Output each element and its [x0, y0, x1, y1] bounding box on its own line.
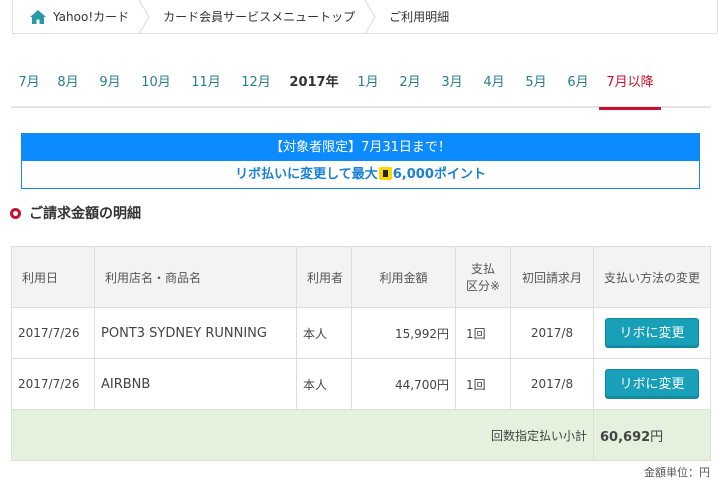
home-icon	[29, 9, 47, 25]
billing-table: 利用日 利用店名・商品名 利用者 利用金額 支払区分※ 初回請求月 支払い方法の…	[11, 246, 711, 461]
cell-store: AIRBNB	[94, 358, 297, 410]
tab-month[interactable]: 1月	[347, 68, 389, 108]
banner-offer-prefix: リボ払いに変更して最大	[235, 167, 378, 182]
tab-month[interactable]: 12月	[231, 68, 281, 108]
cell-date: 2017/7/26	[11, 358, 95, 410]
header-store: 利用店名・商品名	[94, 246, 297, 308]
tab-month[interactable]: 7月	[11, 68, 47, 108]
tab-month[interactable]: 10月	[131, 68, 181, 108]
cell-amount: 15,992円	[351, 307, 456, 359]
header-first-bill: 初回請求月	[510, 246, 594, 308]
chevron-right-icon	[364, 0, 376, 34]
circle-bullet-icon	[10, 207, 21, 219]
cell-user: 本人	[296, 307, 352, 359]
month-tabs: 7月 8月 9月 10月 11月 12月 2017年 1月 2月 3月 4月 5月 6月 7月以降	[11, 68, 711, 110]
header-date: 利用日	[11, 246, 95, 308]
header-payment-line2: 区分※	[465, 279, 501, 293]
table-header-row: 利用日 利用店名・商品名 利用者 利用金額 支払区分※ 初回請求月 支払い方法の…	[11, 246, 711, 308]
breadcrumb-member-top[interactable]: カード会員サービスメニュートップ	[151, 0, 377, 34]
tab-month[interactable]: 7月以降	[599, 68, 661, 110]
cell-payment: 1回	[455, 358, 511, 410]
cell-first-bill: 2017/8	[510, 358, 594, 410]
cell-store: PONT3 SYDNEY RUNNING	[94, 307, 297, 359]
header-amount: 利用金額	[351, 246, 456, 308]
cell-user: 本人	[296, 358, 352, 410]
tab-month[interactable]: 11月	[181, 68, 231, 108]
tab-month[interactable]: 4月	[473, 68, 515, 108]
banner-offer[interactable]: リボ払いに変更して最大 6,000ポイント	[22, 161, 699, 188]
cell-first-bill: 2017/8	[510, 307, 594, 359]
cell-payment: 1回	[455, 307, 511, 359]
revolving-change-button[interactable]: リボに変更	[605, 318, 699, 348]
tab-year-label: 2017年	[289, 75, 339, 90]
cell-change: リボに変更	[593, 307, 711, 359]
breadcrumb-home[interactable]: Yahoo!カード	[13, 0, 151, 34]
breadcrumb: Yahoo!カード カード会員サービスメニュートップ ご利用明細	[12, 0, 718, 34]
chevron-right-icon	[138, 0, 150, 34]
point-coin-icon	[378, 167, 392, 180]
tab-month[interactable]: 8月	[47, 68, 89, 108]
tab-month[interactable]: 6月	[557, 68, 599, 108]
cell-amount: 44,700円	[351, 358, 456, 410]
tab-month[interactable]: 9月	[89, 68, 131, 108]
revolving-change-button[interactable]: リボに変更	[605, 369, 699, 399]
subtotal-label: 回数指定払い小計	[11, 409, 594, 461]
banner-headline: 【対象者限定】7月31日まで！	[22, 134, 699, 161]
subtotal-value: 60,692円	[593, 409, 711, 461]
header-payment-line1: 支払	[470, 262, 495, 276]
table-row: 2017/7/26 PONT3 SYDNEY RUNNING 本人 15,992…	[11, 307, 711, 359]
cell-change: リボに変更	[593, 358, 711, 410]
cell-date: 2017/7/26	[11, 307, 95, 359]
subtotal-amount: 60,692	[600, 429, 651, 445]
banner-offer-points: 6,000ポイント	[392, 167, 486, 182]
header-user: 利用者	[296, 246, 352, 308]
section-heading: ご請求金額の明細	[10, 203, 141, 223]
tab-month[interactable]: 3月	[431, 68, 473, 108]
breadcrumb-home-label: Yahoo!カード	[53, 10, 130, 24]
subtotal-row: 回数指定払い小計 60,692円	[11, 409, 711, 461]
table-row: 2017/7/26 AIRBNB 本人 44,700円 1回 2017/8 リボ…	[11, 358, 711, 410]
breadcrumb-member-top-label: カード会員サービスメニュートップ	[163, 10, 356, 24]
header-payment-type: 支払区分※	[455, 246, 511, 308]
unit-note: 金額単位：円	[644, 466, 710, 479]
section-title: ご請求金額の明細	[29, 206, 141, 222]
breadcrumb-current: ご利用明細	[389, 10, 450, 24]
header-change: 支払い方法の変更	[593, 246, 711, 308]
tab-month[interactable]: 5月	[515, 68, 557, 108]
subtotal-yen: 円	[650, 429, 664, 445]
promo-banner[interactable]: 【対象者限定】7月31日まで！ リボ払いに変更して最大 6,000ポイント	[21, 133, 700, 189]
tab-month[interactable]: 2月	[389, 68, 431, 108]
